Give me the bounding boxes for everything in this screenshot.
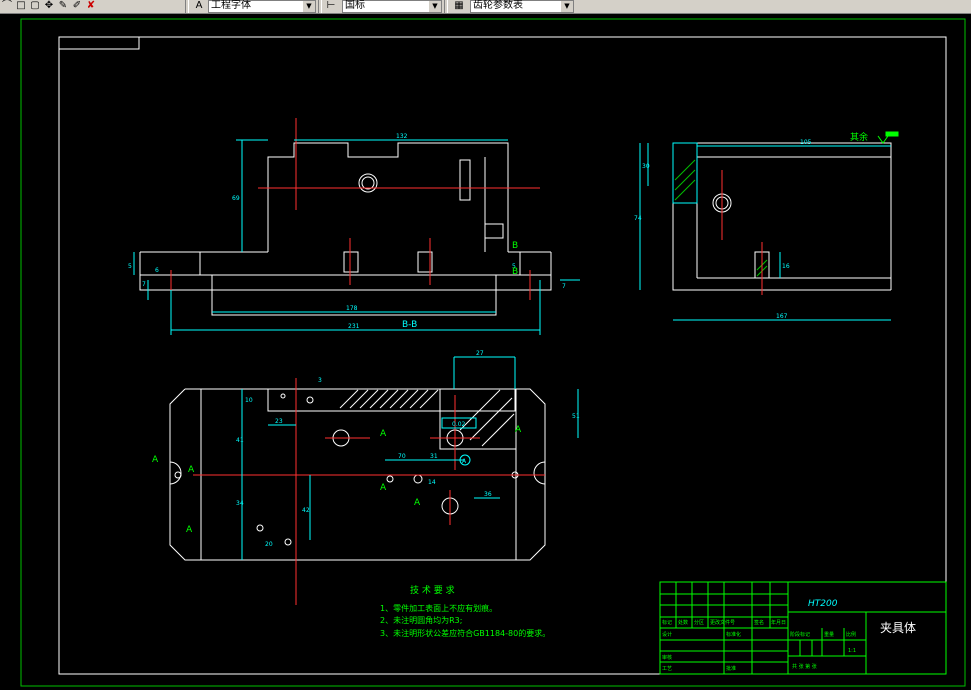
dimension-style-icon: ⊢: [326, 0, 336, 11]
tb-zone: 分区: [694, 619, 704, 626]
table-style-value: 齿轮参数表: [473, 0, 523, 11]
dim-plan-34: 34: [236, 500, 244, 507]
dim-side-width: 105: [800, 139, 812, 146]
dim-plan-27: 27: [476, 350, 484, 357]
dim-plan-3: 3: [318, 377, 322, 384]
dim-style-value: 国标: [345, 0, 365, 11]
dim-plan-42: 42: [302, 507, 310, 514]
text-style-select[interactable]: 工程字体 ▼: [208, 0, 316, 13]
dim-top-width: 132: [396, 133, 408, 140]
tb-change-doc: 更改文件号: [710, 619, 735, 626]
material-label: HT200: [808, 599, 838, 609]
tb-approve: 批准: [726, 665, 736, 672]
tech-req-title: 技 术 要 求: [410, 584, 455, 596]
dim-total-length: 231: [348, 323, 360, 330]
code-box: [58, 36, 140, 50]
standard-toolbar: ⌒ □ ▢ ✥ ✎ ✐ ✘ A 工程字体 ▼ ⊢ 国标 ▼ ▦ 齿轮参数表 ▼: [0, 0, 971, 14]
dim-side-base: 167: [776, 313, 788, 320]
section-mark-a-3: A: [186, 525, 193, 535]
side-centerlines: [721, 170, 763, 295]
pen-icon[interactable]: ✎: [56, 0, 70, 12]
dim-height-left: 69: [232, 195, 240, 202]
tb-scale-label: 比例: [846, 631, 856, 638]
dim-inner-length: 178: [346, 305, 358, 312]
section-label: B-B: [402, 320, 417, 330]
table-style-icon: ▦: [454, 0, 464, 11]
dim-plan-tol: 0.02: [452, 421, 466, 428]
dim-plan-36: 36: [484, 491, 492, 498]
section-mark-a-4: A: [380, 429, 387, 439]
dim-base-height: 5: [128, 263, 132, 270]
section-mark-a-6: A: [380, 483, 387, 493]
part-name: 夹具体: [880, 621, 916, 635]
dim-side-small: 16: [782, 263, 790, 270]
side-dim-labels: 105 74 30 167 16: [634, 139, 812, 320]
erase-icon[interactable]: ✘: [84, 0, 98, 12]
dim-style-select[interactable]: 国标 ▼: [342, 0, 442, 13]
section-mark-a-2: A: [188, 465, 195, 475]
move-icon[interactable]: ✥: [42, 0, 56, 12]
tech-req-item-1: 1、零件加工表面上不应有划痕。: [380, 603, 497, 613]
drawing-frame: [58, 36, 947, 675]
dim-left-small: 7: [142, 281, 146, 288]
tb-mark: 标记: [662, 619, 672, 626]
title-block-labels: 标记 处数 分区 更改文件号 签名 年月日 设计 标准化 审核 工艺 批准 阶段…: [662, 619, 856, 672]
tb-weight: 重量: [824, 631, 834, 638]
plan-section-marks: A A A A A A A: [152, 425, 522, 535]
tb-stage: 阶段标记: [790, 631, 810, 638]
plan-dimensions: [241, 356, 579, 560]
text-style-icon: A: [195, 0, 203, 11]
surface-note: 其余: [850, 131, 868, 143]
brush-icon[interactable]: ✐: [70, 0, 84, 12]
dim-plan-10: 10: [245, 397, 253, 404]
tb-scale: 1:1: [848, 648, 856, 654]
dim-plan-70: 70: [398, 453, 406, 460]
tb-process: 工艺: [662, 666, 672, 672]
side-dimensions: [639, 143, 891, 321]
roughness-icon: [877, 131, 899, 144]
front-dim-labels: 132 69 5 6 7 5 7 178 231: [128, 133, 566, 330]
dim-right-small: 7: [562, 283, 566, 290]
tech-req-item-2: 2、未注明圆角均为R3;: [380, 615, 462, 625]
chevron-down-icon[interactable]: ▼: [429, 1, 441, 12]
dim-plan-51: 51: [572, 413, 580, 420]
front-section-view: [139, 142, 552, 316]
dim-plan-14: 14: [428, 479, 436, 486]
dim-plan-31: 31: [430, 453, 438, 460]
side-hatch: [674, 159, 768, 277]
chevron-down-icon[interactable]: ▼: [303, 1, 315, 12]
chevron-down-icon[interactable]: ▼: [561, 1, 573, 12]
tb-design: 设计: [662, 631, 672, 638]
tech-req-item-3: 3、未注明形状公差应符合GB1184-80的要求。: [380, 628, 550, 638]
tb-sheets: 共 张 第 张: [792, 663, 817, 670]
section-mark-a-7: A: [414, 498, 421, 508]
text-style-value: 工程字体: [211, 0, 251, 11]
tb-sign: 签名: [754, 619, 764, 626]
dim-side-height-top: 30: [642, 163, 650, 170]
plan-dim-labels: 27 3 10 23 51 41 34 70 31 14 36 42 20 0.…: [236, 350, 580, 548]
dim-left-step: 6: [155, 267, 159, 274]
dim-side-height: 74: [634, 215, 642, 222]
tb-standard: 标准化: [726, 631, 741, 638]
square-icon[interactable]: ▢: [28, 0, 42, 12]
tb-review: 审核: [662, 654, 672, 661]
arc-icon[interactable]: ⌒: [0, 0, 14, 12]
section-mark-a-5: A: [515, 425, 522, 435]
sheet-border: [20, 18, 966, 687]
table-style-select[interactable]: 齿轮参数表 ▼: [470, 0, 574, 13]
dim-plan-23: 23: [275, 418, 283, 425]
tb-date: 年月日: [771, 619, 786, 626]
dim-plan-41: 41: [236, 437, 244, 444]
tb-count: 处数: [678, 619, 688, 626]
section-mark-a-1: A: [152, 455, 159, 465]
rectangle-icon[interactable]: □: [14, 0, 28, 12]
dim-plan-ref: A: [462, 458, 467, 465]
plan-centerlines: [193, 378, 545, 605]
section-mark-b: B: [512, 241, 518, 251]
drawing-canvas[interactable]: 132 69 5 6 7 5 7 178 231 B-B B B 105 74 …: [0, 14, 971, 690]
section-mark-b-2: B: [512, 267, 518, 277]
dim-plan-20: 20: [265, 541, 273, 548]
